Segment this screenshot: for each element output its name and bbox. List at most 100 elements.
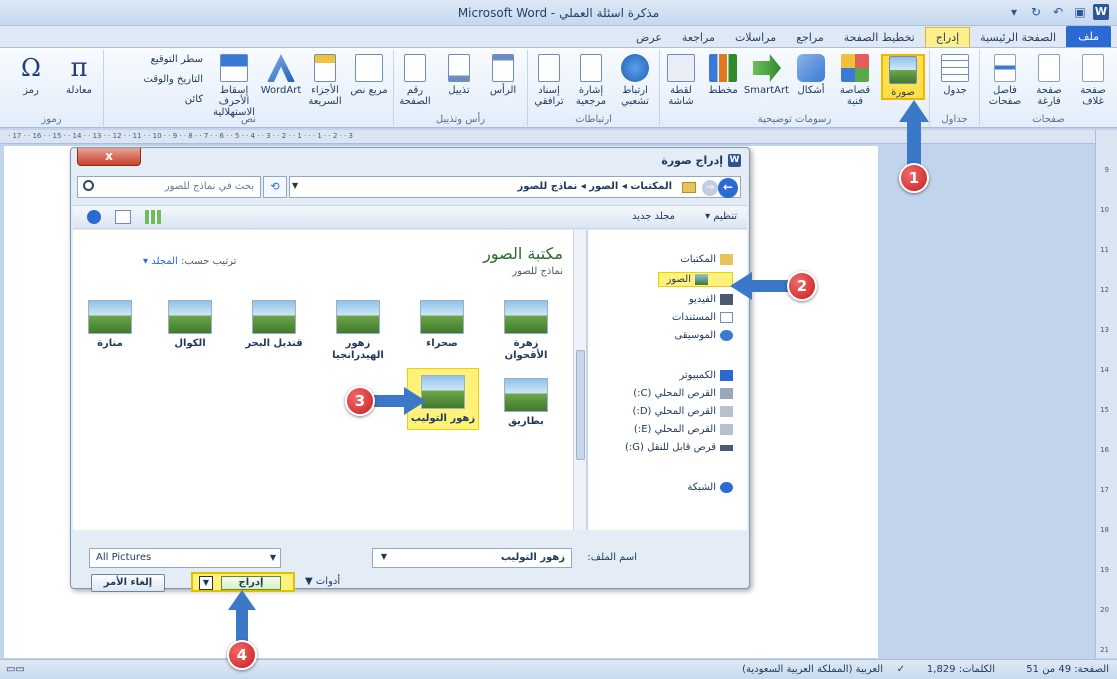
image-lighthouse[interactable]: منارة (75, 300, 145, 350)
library-subtitle: نماذج للصور (512, 266, 563, 277)
refresh-icon[interactable]: ⟲ (263, 176, 287, 198)
nav-scrollbar[interactable] (573, 230, 587, 530)
signature-line-button[interactable]: سطر التوقيع (151, 54, 203, 65)
tab-insert[interactable]: إدراج (924, 27, 971, 47)
network-icon (720, 482, 733, 493)
chart-button[interactable]: مخطط (701, 54, 745, 96)
tab-review[interactable]: مراجعة (672, 28, 725, 47)
preview-pane-icon[interactable] (115, 210, 131, 224)
cancel-button[interactable]: إلغاء الأمر (91, 574, 165, 592)
image-thumbnail (420, 300, 464, 334)
scrollbar-thumb[interactable] (576, 350, 585, 460)
tab-file[interactable]: ملف (1066, 26, 1111, 47)
picture-button[interactable]: صورة (881, 54, 925, 100)
bookmark-button[interactable]: إشارة مرجعية (569, 54, 613, 107)
video-icon (720, 294, 733, 305)
file-type-select[interactable]: All Pictures ▼ (89, 548, 281, 568)
tab-view[interactable]: عرض (626, 28, 672, 47)
image-thumbnail (504, 300, 548, 334)
text-box-icon (355, 54, 383, 82)
arrange-by: ترتيب حسب: المجلد ▾ (143, 256, 237, 267)
image-jellyfish[interactable]: قنديل البحر (239, 300, 309, 350)
object-button[interactable]: كائن (185, 94, 203, 105)
page-number-button[interactable]: رقم الصفحة (393, 54, 437, 107)
group-illustrations: صورة قصاصة فنية أشكال SmartArt مخطط لقطة… (659, 50, 929, 126)
nav-network[interactable]: الشبكة (687, 482, 733, 493)
drive-d-icon (720, 406, 733, 417)
header-button[interactable]: الرأس (481, 54, 525, 96)
drive-e-icon (720, 424, 733, 435)
address-bar[interactable]: ← → المكتبات ◂ الصور ◂ نماذج للصور ▼ (289, 176, 741, 198)
forward-icon[interactable]: → (702, 180, 718, 196)
status-language[interactable]: العربية (المملكة العربية السعودية) (742, 664, 883, 675)
nav-pictures[interactable]: الصور (657, 272, 733, 287)
hyperlink-button[interactable]: ارتباط تشعبي (613, 54, 657, 107)
proofing-icon[interactable]: ✓ (897, 664, 905, 675)
status-page[interactable]: الصفحة: 49 من 51 (1026, 664, 1109, 675)
organize-button[interactable]: تنظيم ▾ (705, 211, 737, 222)
breadcrumb[interactable]: المكتبات ◂ الصور ◂ نماذج للصور (518, 181, 672, 192)
filename-input[interactable]: زهور التوليب (372, 548, 572, 568)
save-icon[interactable]: ▣ (1071, 3, 1089, 21)
nav-libraries[interactable]: المكتبات (680, 254, 733, 265)
tab-mailings[interactable]: مراسلات (725, 28, 786, 47)
shapes-button[interactable]: أشكال (789, 54, 833, 96)
word-logo-icon[interactable]: W (1093, 4, 1109, 20)
chevron-down-icon: ▼ (269, 553, 276, 562)
equation-button[interactable]: π معادلة (57, 54, 101, 96)
nav-drive-g[interactable]: قرص قابل للنقل (G:) (625, 442, 733, 453)
page-break-button[interactable]: فاصل صفحات (983, 54, 1027, 107)
quick-parts-button[interactable]: الأجزاء السريعة (303, 54, 347, 107)
image-tulips[interactable]: زهور التوليب (407, 368, 479, 430)
undo-icon[interactable]: ↶ (1049, 3, 1067, 21)
nav-music[interactable]: الموسيقى (674, 330, 733, 341)
tab-page-layout[interactable]: تخطيط الصفحة (834, 28, 925, 47)
nav-drive-d[interactable]: القرص المحلي (D:) (633, 406, 733, 417)
image-hydrangeas[interactable]: زهور الهيدرانجيا (323, 300, 393, 362)
cover-page-button[interactable]: صفحة غلاف (1071, 54, 1115, 107)
back-icon[interactable]: ← (718, 178, 738, 198)
nav-documents[interactable]: المستندات (672, 312, 733, 323)
drop-cap-button[interactable]: إسقاط الأحرف الاستهلالية (209, 54, 259, 118)
table-button[interactable]: جدول (933, 54, 977, 96)
customize-qat-icon[interactable]: ▾ (1005, 3, 1023, 21)
view-options-icon[interactable] (145, 210, 161, 224)
tab-home[interactable]: الصفحة الرئيسية (970, 28, 1066, 47)
status-words[interactable]: الكلمات: 1,829 (927, 664, 995, 675)
image-chrysanthemum[interactable]: زهرة الأقحوان (491, 300, 561, 362)
cover-page-icon (1082, 54, 1104, 82)
help-icon[interactable] (87, 210, 101, 224)
command-bar: تنظيم ▾ مجلد جديد (73, 205, 747, 229)
text-box-button[interactable]: مربع نص (347, 54, 391, 96)
tools-dropdown[interactable]: أدوات ▼ (305, 576, 340, 587)
wordart-button[interactable]: WordArt (259, 54, 303, 96)
search-input[interactable]: بحث في نماذج للصور (77, 176, 261, 198)
smartart-button[interactable]: SmartArt (744, 54, 789, 96)
nav-drive-c[interactable]: القرص المحلي (C:) (633, 388, 733, 399)
clip-art-button[interactable]: قصاصة فنية (833, 54, 877, 107)
ruler-tick: 10 (1100, 206, 1109, 214)
nav-drive-e[interactable]: القرص المحلي (E:) (634, 424, 733, 435)
screenshot-button[interactable]: لقطة شاشة (659, 54, 703, 107)
tab-references[interactable]: مراجع (786, 28, 834, 47)
nav-computer[interactable]: الكمبيوتر (679, 370, 733, 381)
redo-icon[interactable]: ↻ (1027, 3, 1045, 21)
dialog-title-bar: W إدراج صورة (661, 154, 741, 167)
symbol-button[interactable]: Ω رمز (9, 54, 53, 96)
view-buttons[interactable]: ▭▭ (6, 664, 25, 675)
image-koala[interactable]: الكوال (155, 300, 225, 350)
blank-page-button[interactable]: صفحة فارغة (1027, 54, 1071, 107)
image-penguins[interactable]: بطاريق (491, 378, 561, 428)
insert-dropdown-icon[interactable]: ▼ (199, 576, 213, 590)
address-dropdown-icon[interactable]: ▼ (292, 181, 298, 190)
image-desert[interactable]: صحراء (407, 300, 477, 350)
footer-button[interactable]: تذييل (437, 54, 481, 96)
filename-dropdown-icon[interactable]: ▼ (381, 552, 387, 561)
date-time-button[interactable]: التاريخ والوقت (143, 74, 203, 85)
cross-reference-button[interactable]: إسناد ترافقي (527, 54, 571, 107)
arrange-by-dropdown[interactable]: المجلد ▾ (143, 256, 178, 267)
close-button[interactable]: x (77, 148, 141, 166)
new-folder-button[interactable]: مجلد جديد (632, 211, 675, 222)
nav-videos[interactable]: الفيديو (689, 294, 733, 305)
insert-button[interactable]: إدراج ▼ (191, 572, 295, 592)
